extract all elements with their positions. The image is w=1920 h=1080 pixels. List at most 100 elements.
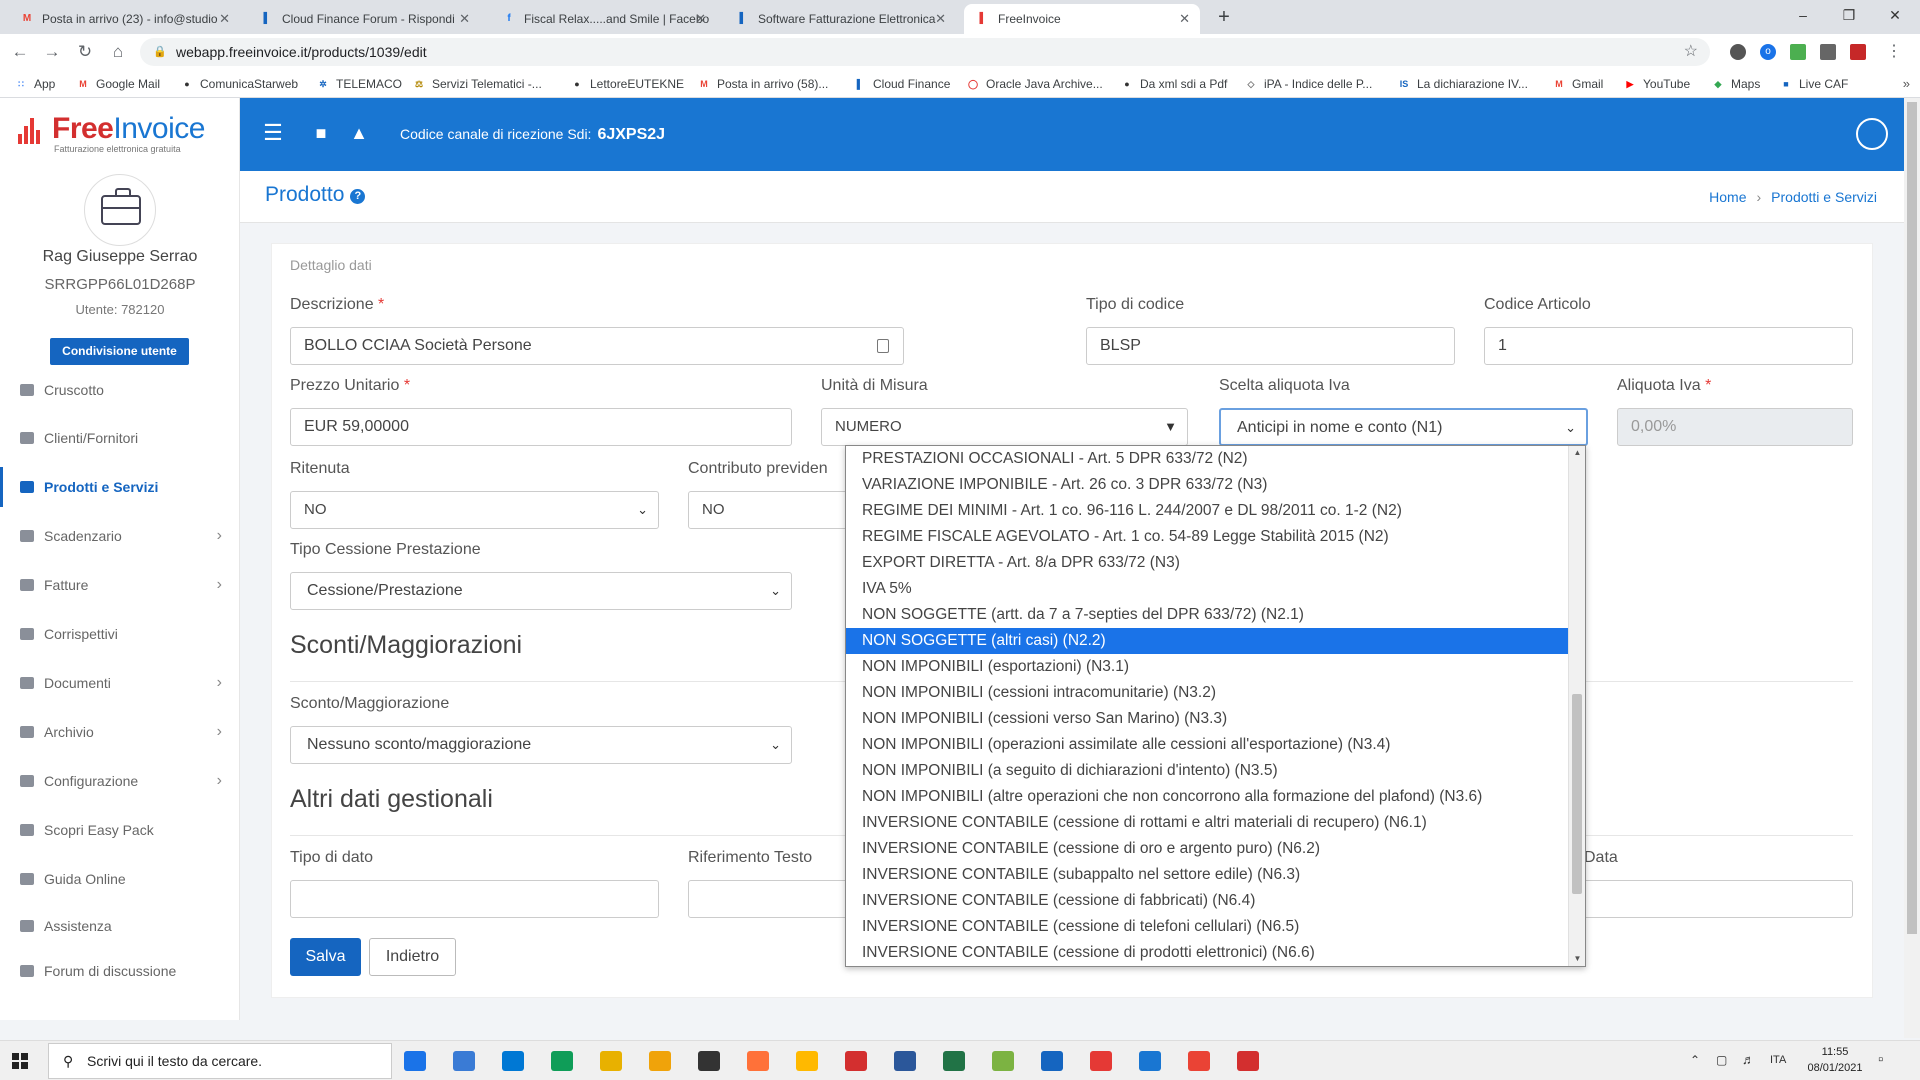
dropdown-option[interactable]: INVERSIONE CONTABILE (cessione di oro e … — [846, 836, 1568, 862]
notification-icon[interactable]: ▫ — [1878, 1051, 1883, 1068]
descrizione-input[interactable]: BOLLO CCIAA Società Persone — [290, 327, 904, 365]
bookmark-item[interactable]: ▶ YouTube — [1623, 70, 1691, 98]
dropdown-option[interactable]: INVERSIONE CONTABILE (cessione di telefo… — [846, 914, 1568, 940]
close-tab-icon[interactable]: ✕ — [935, 4, 946, 34]
bookmark-item[interactable]: ✲ TELEMACO — [316, 70, 402, 98]
taskbar-app-icon[interactable] — [1237, 1051, 1259, 1071]
breadcrumb-current[interactable]: Prodotti e Servizi — [1771, 189, 1877, 205]
new-tab-button[interactable]: + — [1210, 4, 1238, 30]
minimize-button[interactable]: – — [1780, 0, 1826, 30]
menu-dots-icon[interactable]: ⋮ — [1886, 44, 1902, 60]
puzzle-icon[interactable] — [1820, 44, 1836, 60]
bookmark-item[interactable]: M Gmail — [1552, 70, 1603, 98]
taskbar-app-icon[interactable] — [649, 1051, 671, 1071]
bookmark-item[interactable]: ● Da xml sdi a Pdf — [1120, 70, 1227, 98]
taskbar-app-icon[interactable] — [943, 1051, 965, 1071]
taskbar-app-icon[interactable] — [894, 1051, 916, 1071]
browser-tab[interactable]: ▌ Software Fatturazione Elettronica ✕ — [724, 4, 956, 34]
close-tab-icon[interactable]: ✕ — [1179, 4, 1190, 34]
dropdown-option[interactable]: VARIAZIONE IMPONIBILE - Art. 26 co. 3 DP… — [846, 472, 1568, 498]
extension-green-icon[interactable] — [1790, 44, 1806, 60]
taskbar-app-icon[interactable] — [1188, 1051, 1210, 1071]
dropdown-option[interactable]: NON IMPONIBILI (altre operazioni che non… — [846, 784, 1568, 810]
taskbar-app-icon[interactable] — [404, 1051, 426, 1071]
dropdown-option[interactable]: EXPORT DIRETTA - Art. 8/a DPR 633/72 (N3… — [846, 550, 1568, 576]
browser-tab[interactable]: M Posta in arrivo (23) - info@studio ✕ — [8, 4, 240, 34]
dropdown-option[interactable]: REGIME DEI MINIMI - Art. 1 co. 96-116 L.… — [846, 498, 1568, 524]
browser-tab[interactable]: ▌ FreeInvoice ✕ — [964, 4, 1200, 34]
hamburger-menu-icon[interactable]: ☰ — [262, 122, 284, 144]
more-bookmarks-icon[interactable]: » — [1903, 70, 1910, 98]
taskbar-app-icon[interactable] — [747, 1051, 769, 1071]
sconto-select[interactable]: Nessuno sconto/maggiorazione ⌄ — [290, 726, 792, 764]
maximize-button[interactable]: ❐ — [1826, 0, 1872, 30]
taskbar-app-icon[interactable] — [600, 1051, 622, 1071]
dropdown-option[interactable]: NON IMPONIBILI (a seguito di dichiarazio… — [846, 758, 1568, 784]
scelta-aliquota-select[interactable]: Anticipi in nome e conto (N1) ⌄ — [1219, 408, 1588, 446]
taskbar-search-input[interactable]: ⚲ Scrivi qui il testo da cercare. — [48, 1043, 392, 1079]
taskbar-app-icon[interactable] — [1090, 1051, 1112, 1071]
unita-misura-select[interactable]: NUMERO ▼ — [821, 408, 1188, 446]
dropdown-option[interactable]: NON IMPONIBILI (operazioni assimilate al… — [846, 732, 1568, 758]
close-tab-icon[interactable]: ✕ — [219, 4, 230, 34]
tray-chevron-icon[interactable]: ⌃ — [1690, 1053, 1700, 1067]
sidebar-item-archivio[interactable]: Archivio › — [0, 712, 240, 752]
language-indicator[interactable]: ITA — [1770, 1054, 1786, 1066]
sidebar-item-guida-online[interactable]: Guida Online — [0, 859, 240, 899]
bookmark-item[interactable]: ● ComunicaStarweb — [180, 70, 298, 98]
network-icon[interactable]: ▢ — [1716, 1053, 1727, 1067]
tipo-cessione-select[interactable]: Cessione/Prestazione ⌄ — [290, 572, 792, 610]
dropdown-option[interactable]: PRESTAZIONI OCCASIONALI - Art. 5 DPR 633… — [846, 446, 1568, 472]
bookmark-item[interactable]: ▌ Cloud Finance — [853, 70, 951, 98]
dropdown-option[interactable]: NON IMPONIBILI (esportazioni) (N3.1) — [846, 654, 1568, 680]
taskbar-app-icon[interactable] — [502, 1051, 524, 1071]
scroll-up-icon[interactable]: ▲ — [1569, 446, 1585, 460]
contributo-select[interactable]: NO — [688, 491, 848, 529]
extension-circle-icon[interactable] — [1730, 44, 1746, 60]
dropdown-option[interactable]: REGIME FISCALE AGEVOLATO - Art. 1 co. 54… — [846, 524, 1568, 550]
browser-tab[interactable]: ▌ Cloud Finance Forum - Rispondi ✕ — [248, 4, 480, 34]
sidebar-item-cruscotto[interactable]: Cruscotto — [0, 370, 240, 410]
taskbar-app-icon[interactable] — [453, 1051, 475, 1071]
sidebar-item-prodotti-e-servizi[interactable]: Prodotti e Servizi — [0, 467, 240, 507]
dropdown-option[interactable]: INVERSIONE CONTABILE (cessione di prodot… — [846, 940, 1568, 966]
chat-icon[interactable]: ■ — [310, 122, 332, 144]
bookmark-item[interactable]: IS La dichiarazione IV... — [1397, 70, 1528, 98]
page-scroll-thumb[interactable] — [1907, 102, 1917, 934]
reload-icon[interactable]: ↻ — [73, 40, 97, 64]
dropdown-option[interactable]: NON IMPONIBILI (cessioni verso San Marin… — [846, 706, 1568, 732]
sidebar-item-configurazione[interactable]: Configurazione › — [0, 761, 240, 801]
system-clock[interactable]: 11:55 08/01/2021 — [1800, 1044, 1870, 1076]
sidebar-item-scopri-easy-pack[interactable]: Scopri Easy Pack — [0, 810, 240, 850]
close-window-button[interactable]: ✕ — [1872, 0, 1918, 30]
taskbar-app-icon[interactable] — [992, 1051, 1014, 1071]
taskbar-app-icon[interactable] — [551, 1051, 573, 1071]
bookmark-item[interactable]: M Google Mail — [76, 70, 160, 98]
prezzo-unitario-input[interactable]: EUR 59,00000 — [290, 408, 792, 446]
dropdown-option[interactable]: NON SOGGETTE (artt. da 7 a 7-septies del… — [846, 602, 1568, 628]
extension-red-icon[interactable] — [1850, 44, 1866, 60]
volume-icon[interactable]: ♬ — [1742, 1052, 1755, 1067]
sidebar-item-clienti-fornitori[interactable]: Clienti/Fornitori — [0, 418, 240, 458]
sidebar-item-scadenzario[interactable]: Scadenzario › — [0, 516, 240, 556]
codice-articolo-input[interactable]: 1 — [1484, 327, 1853, 365]
extension-blue-icon[interactable]: o — [1760, 44, 1776, 60]
bookmark-item[interactable]: ◯ Oracle Java Archive... — [966, 70, 1103, 98]
bookmark-item[interactable]: ◆ Maps — [1711, 70, 1761, 98]
tipo-dato-input[interactable] — [290, 880, 659, 918]
back-button[interactable]: Indietro — [369, 938, 456, 976]
taskbar-app-icon[interactable] — [698, 1051, 720, 1071]
close-tab-icon[interactable]: ✕ — [459, 4, 470, 34]
aliquota-dropdown-list[interactable]: PRESTAZIONI OCCASIONALI - Art. 5 DPR 633… — [845, 445, 1586, 967]
account-briefcase-icon[interactable] — [1856, 118, 1888, 150]
share-user-button[interactable]: Condivisione utente — [50, 338, 189, 365]
dropdown-option[interactable]: INVERSIONE CONTABILE (cessione di rottam… — [846, 810, 1568, 836]
bookmark-item[interactable]: ■ Live CAF — [1779, 70, 1848, 98]
sidebar-item-documenti[interactable]: Documenti › — [0, 663, 240, 703]
taskbar-app-icon[interactable] — [845, 1051, 867, 1071]
taskbar-app-icon[interactable] — [1041, 1051, 1063, 1071]
dropdown-option[interactable]: INVERSIONE CONTABILE (subappalto nel set… — [846, 862, 1568, 888]
windows-start-icon[interactable] — [12, 1053, 28, 1069]
bookmark-item[interactable]: ∷ App — [14, 70, 55, 98]
sidebar-item-corrispettivi[interactable]: Corrispettivi — [0, 614, 240, 654]
